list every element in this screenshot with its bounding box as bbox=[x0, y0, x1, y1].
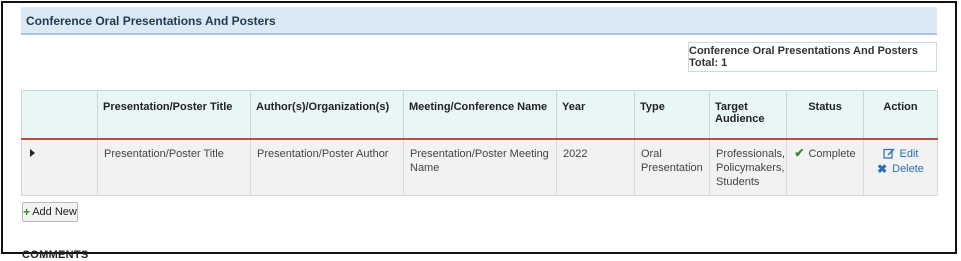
edit-label: Edit bbox=[899, 148, 919, 160]
cell-type: Oral Presentation bbox=[634, 138, 710, 196]
status-label: Complete bbox=[808, 147, 856, 160]
table-header-row: Presentation/Poster Title Author(s)/Orga… bbox=[21, 90, 938, 140]
cell-author: Presentation/Poster Author bbox=[250, 138, 404, 196]
delete-label: Delete bbox=[892, 162, 924, 175]
plus-icon: + bbox=[23, 205, 31, 219]
cell-meeting: Presentation/Poster Meeting Name bbox=[403, 138, 557, 196]
add-new-label: Add New bbox=[32, 206, 77, 218]
cell-year: 2022 bbox=[556, 138, 635, 196]
column-header-year[interactable]: Year bbox=[556, 90, 635, 140]
add-new-button[interactable]: + Add New bbox=[22, 202, 78, 222]
total-count-label: Conference Oral Presentations And Poster… bbox=[689, 45, 918, 69]
column-header-expand bbox=[21, 90, 98, 140]
check-icon: ✔ bbox=[794, 145, 805, 160]
column-header-title[interactable]: Presentation/Poster Title bbox=[97, 90, 251, 140]
presentations-table: Presentation/Poster Title Author(s)/Orga… bbox=[21, 90, 938, 196]
column-header-action: Action bbox=[863, 90, 938, 140]
column-header-author[interactable]: Author(s)/Organization(s) bbox=[250, 90, 404, 140]
column-header-audience[interactable]: Target Audience bbox=[709, 90, 787, 140]
column-header-meeting[interactable]: Meeting/Conference Name bbox=[403, 90, 557, 140]
cell-audience: Professionals, Policymakers, Students bbox=[709, 138, 787, 196]
cell-status: ✔ Complete bbox=[786, 138, 864, 196]
delete-button[interactable]: ✖ Delete bbox=[870, 162, 931, 176]
status-badge: ✔ Complete bbox=[793, 147, 857, 161]
table-row: Presentation/Poster Title Presentation/P… bbox=[21, 138, 938, 196]
edit-button[interactable]: Edit bbox=[870, 147, 931, 162]
section-title: Conference Oral Presentations And Poster… bbox=[21, 7, 937, 35]
comments-heading: COMMENTS bbox=[22, 249, 89, 261]
column-header-status[interactable]: Status bbox=[786, 90, 864, 140]
edit-icon bbox=[882, 147, 895, 162]
column-header-type[interactable]: Type bbox=[634, 90, 710, 140]
cell-title: Presentation/Poster Title bbox=[97, 138, 251, 196]
x-icon: ✖ bbox=[877, 161, 888, 176]
total-count-box: Conference Oral Presentations And Poster… bbox=[688, 42, 937, 72]
caret-right-icon[interactable] bbox=[30, 148, 35, 157]
cell-action: Edit ✖ Delete bbox=[863, 138, 938, 196]
expand-cell[interactable] bbox=[21, 138, 98, 196]
